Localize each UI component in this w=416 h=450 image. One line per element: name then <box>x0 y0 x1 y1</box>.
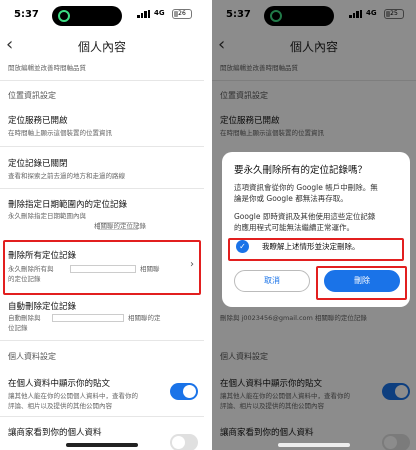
auto-delete-desc: 自動刪除與 <box>8 314 41 322</box>
section-profile-settings: 個人資料設定 <box>8 352 56 361</box>
right-screen: 5:37 4G 25 ‹ 個人內容 開放編輯並改善時間軸品質 位置資訊設定 定位… <box>212 0 416 450</box>
show-posts-title: 在個人資料中顯示你的貼文 <box>8 379 111 389</box>
home-indicator <box>66 443 138 447</box>
divider <box>0 416 204 417</box>
location-services-desc: 在時間軸上顯示這個裝置的位置資訊 <box>8 129 112 137</box>
auto-delete-desc-2: 相關聯的定 <box>128 314 161 322</box>
dialog-title: 要永久刪除所有的定位記錄嗎？ <box>234 165 368 176</box>
app-activity-icon <box>58 10 70 22</box>
location-history-title: 定位記錄已關閉 <box>8 159 68 169</box>
dynamic-island <box>52 6 122 26</box>
location-history-desc: 查看和探索之前去過的地方和走過的路線 <box>8 172 125 180</box>
highlight-box <box>228 238 404 261</box>
page-header: ‹ 個人內容 <box>0 32 204 60</box>
highlight-box <box>3 240 201 295</box>
divider <box>0 188 204 189</box>
divider <box>0 340 204 341</box>
top-cut-text: 開放編輯並改善時間軸品質 <box>8 64 86 72</box>
left-screen: 5:37 4G 26 ‹ 個人內容 開放編輯並改善時間軸品質 位置資訊設定 定位… <box>0 0 204 450</box>
cancel-button[interactable]: 取消 <box>234 270 310 292</box>
location-services-title: 定位服務已開啟 <box>8 116 68 126</box>
signal-icon <box>137 10 151 18</box>
delete-range-desc-2: 相關聯的定位記錄 <box>94 222 146 230</box>
auto-delete-title: 自動刪除定位記錄 <box>8 302 77 312</box>
divider <box>0 146 204 147</box>
let-merchants-toggle[interactable] <box>170 434 198 450</box>
page-title: 個人內容 <box>77 40 126 54</box>
delete-range-title: 刪除指定日期範圍內的定位記錄 <box>8 200 128 210</box>
network-label: 4G <box>154 9 165 17</box>
show-posts-toggle[interactable] <box>170 383 198 400</box>
highlight-box <box>316 266 407 300</box>
show-posts-desc: 讓其他人能在你的公開個人資料中，查看你的 <box>8 392 138 400</box>
let-merchants-title: 讓商家看到你的個人資料 <box>8 428 102 438</box>
divider <box>0 80 204 81</box>
auto-delete-desc-3: 位記錄 <box>8 324 28 332</box>
show-posts-desc-2: 評論、相片以及提供的其他公開內容 <box>8 402 112 410</box>
dialog-body-1: 這項資訊會從你的 Google 帳戶中刪除。無 論是你或 Google 都無法再… <box>234 183 378 203</box>
status-time: 5:37 <box>14 9 39 20</box>
screen-gap <box>204 0 212 450</box>
home-indicator <box>278 443 350 447</box>
battery-icon: 26 <box>172 9 192 19</box>
delete-range-desc: 永久刪除指定日期範圍內與 <box>8 212 86 220</box>
status-bar: 5:37 4G 26 <box>0 0 204 30</box>
dialog-body-2: Google 即時資訊及其他使用這些定位記錄 的應用程式可能無法繼續正常運作。 <box>234 212 376 232</box>
section-location-settings: 位置資訊設定 <box>8 91 56 100</box>
redacted-email <box>52 314 124 322</box>
